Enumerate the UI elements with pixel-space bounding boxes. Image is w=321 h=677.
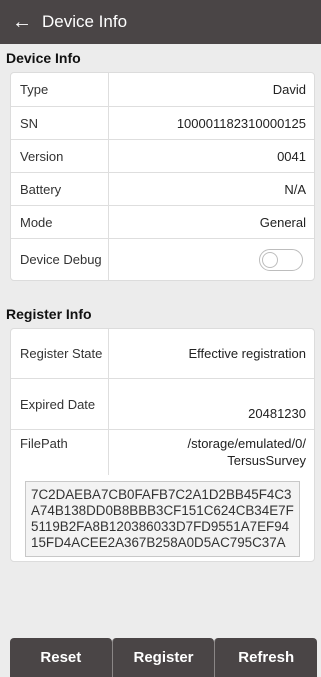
row-filepath: FilePath /storage/emulated/0/ TersusSurv… (11, 429, 314, 475)
row-expired-date: Expired Date 20481230 (11, 378, 314, 429)
refresh-button[interactable]: Refresh (214, 638, 318, 677)
registration-code: 7C2DAEBA7CB0FAFB7C2A1D2BB45F4C3A74B138DD… (25, 481, 300, 557)
app-bar: ← Device Info (0, 0, 321, 44)
row-label: Expired Date (11, 379, 109, 429)
register-info-section-title: Register Info (6, 306, 92, 322)
row-mode: Mode General (11, 205, 314, 238)
page-title: Device Info (42, 12, 128, 31)
row-device-debug: Device Debug (11, 238, 314, 280)
reset-button[interactable]: Reset (10, 638, 112, 677)
row-label: SN (11, 107, 109, 139)
row-value: General (259, 214, 306, 230)
row-label: Version (11, 140, 109, 172)
row-label: Device Debug (11, 239, 109, 280)
row-version: Version 0041 (11, 139, 314, 172)
row-label: Mode (11, 206, 109, 238)
row-label: FilePath (11, 430, 109, 475)
toggle-knob (262, 251, 278, 268)
device-debug-toggle[interactable] (259, 248, 303, 271)
row-sn: SN 100001182310000125 (11, 106, 314, 139)
device-info-card: Type David SN 100001182310000125 Version… (10, 72, 315, 281)
row-type: Type David (11, 73, 314, 106)
row-value: 0041 (277, 148, 306, 164)
register-info-card: Register State Effective registration Ex… (10, 328, 315, 562)
arrow-left-icon[interactable]: ← (12, 0, 42, 44)
row-battery: Battery N/A (11, 172, 314, 205)
register-button[interactable]: Register (111, 638, 215, 677)
row-register-state: Register State Effective registration (11, 329, 314, 378)
row-label: Battery (11, 173, 109, 205)
row-value: Effective registration (188, 346, 306, 361)
row-label: Register State (11, 329, 109, 378)
row-value (109, 239, 314, 280)
device-info-section-title: Device Info (6, 50, 81, 66)
row-label: Type (11, 73, 109, 106)
row-value: N/A (284, 181, 306, 197)
row-value: /storage/emulated/0/ TersusSurvey (187, 436, 306, 468)
row-value: David (272, 82, 306, 97)
code-container: 7C2DAEBA7CB0FAFB7C2A1D2BB45F4C3A74B138DD… (11, 481, 314, 561)
row-value: 20481230 (248, 406, 306, 421)
row-value: 100001182310000125 (176, 115, 306, 131)
bottom-button-bar: Reset Register Refresh (10, 638, 318, 677)
